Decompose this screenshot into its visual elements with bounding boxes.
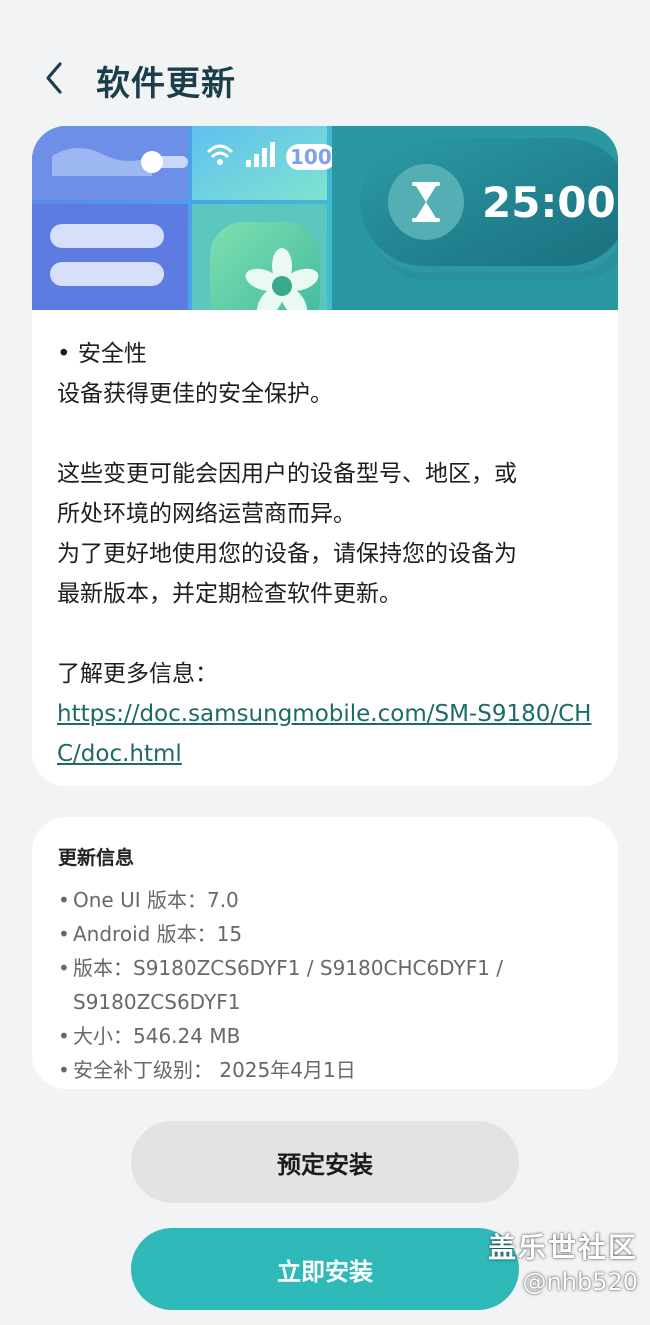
schedule-install-button[interactable]: 预定安装 xyxy=(131,1121,519,1203)
list-item: • Android 版本：15 xyxy=(58,922,243,946)
top-bar: 软件更新 xyxy=(0,40,650,116)
page-title: 软件更新 xyxy=(96,64,236,104)
more-info-label: 了解更多信息： xyxy=(57,661,218,687)
watermark: 盖乐世社区 @nhb520 xyxy=(488,1226,638,1296)
notice-line: 所处环境的网络运营商而异。 xyxy=(57,501,356,527)
install-now-button[interactable]: 立即安装 xyxy=(131,1228,519,1310)
more-info-link[interactable]: https://doc.samsungmobile.com/SM-S9180/C… xyxy=(57,701,591,767)
notice-line: 为了更好地使用您的设备，请保持您的设备为 xyxy=(57,541,517,567)
update-info-list: • One UI 版本：7.0 • Android 版本：15 • 版本：S9180Z… xyxy=(58,883,603,1087)
notice-line: 最新版本，并定期检查软件更新。 xyxy=(57,581,402,607)
back-button[interactable] xyxy=(40,58,70,98)
release-notes-card: 100 25:00 • 安全性 设备获得更佳的安全保护。 这些变更可能会因用户的… xyxy=(32,126,618,786)
feature-banner: 100 25:00 xyxy=(32,126,618,310)
notice-line: 这些变更可能会因用户的设备型号、地区，或 xyxy=(57,461,517,487)
list-item: • 版本：S9180ZCS6DYF1 / S9180CHC6DYF1 / S918… xyxy=(58,956,504,1014)
watermark-user: @nhb520 xyxy=(522,1268,638,1296)
release-notes-text: • 安全性 设备获得更佳的安全保护。 这些变更可能会因用户的设备型号、地区，或 … xyxy=(57,334,597,774)
chevron-left-icon xyxy=(46,62,62,94)
timer-display: 25:00 xyxy=(482,178,616,227)
list-item: • 大小：546.24 MB xyxy=(58,1024,241,1048)
list-item: • 安全补丁级别： 2025年4月1日 xyxy=(58,1058,356,1082)
security-heading: • 安全性 xyxy=(57,341,147,367)
update-info-card: 更新信息 • One UI 版本：7.0 • Android 版本：15 • 版本：S… xyxy=(32,817,618,1089)
update-info-title: 更新信息 xyxy=(58,847,135,869)
battery-text: 100 xyxy=(290,145,332,169)
list-item: • One UI 版本：7.0 xyxy=(58,888,239,912)
watermark-community: 盖乐世社区 xyxy=(487,1231,638,1264)
security-description: 设备获得更佳的安全保护。 xyxy=(57,381,333,407)
